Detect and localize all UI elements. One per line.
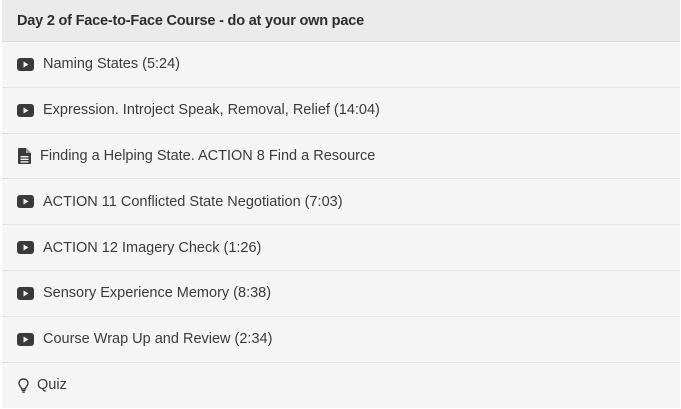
lesson-item-action-12[interactable]: ACTION 12 Imagery Check (1:26) bbox=[2, 225, 680, 271]
video-play-icon bbox=[17, 241, 34, 255]
video-play-icon bbox=[17, 195, 34, 209]
document-icon bbox=[18, 147, 31, 164]
lesson-item-naming-states[interactable]: Naming States (5:24) bbox=[2, 42, 680, 88]
lesson-label: Quiz bbox=[37, 377, 67, 394]
lesson-item-expression[interactable]: Expression. Introject Speak, Removal, Re… bbox=[2, 87, 680, 134]
lightbulb-icon bbox=[18, 378, 29, 393]
lesson-label: Course Wrap Up and Review (2:34) bbox=[43, 331, 273, 348]
section-title: Day 2 of Face-to-Face Course - do at you… bbox=[17, 12, 364, 29]
video-play-icon bbox=[17, 332, 34, 346]
video-play-icon bbox=[17, 286, 34, 300]
video-play-icon bbox=[17, 57, 34, 71]
section-header: Day 2 of Face-to-Face Course - do at you… bbox=[2, 0, 680, 42]
lesson-label: Sensory Experience Memory (8:38) bbox=[43, 285, 272, 302]
lesson-label: ACTION 11 Conflicted State Negotiation (… bbox=[43, 193, 343, 210]
lesson-label: Finding a Helping State. ACTION 8 Find a… bbox=[40, 147, 376, 164]
lesson-label: Expression. Introject Speak, Removal, Re… bbox=[43, 102, 380, 119]
video-play-icon bbox=[17, 103, 34, 117]
lesson-item-quiz[interactable]: Quiz bbox=[2, 362, 680, 409]
lesson-item-helping-state[interactable]: Finding a Helping State. ACTION 8 Find a… bbox=[2, 133, 680, 180]
lesson-label: ACTION 12 Imagery Check (1:26) bbox=[43, 239, 262, 256]
lesson-item-wrap-up[interactable]: Course Wrap Up and Review (2:34) bbox=[2, 316, 680, 363]
lesson-item-sensory-memory[interactable]: Sensory Experience Memory (8:38) bbox=[2, 270, 680, 317]
lesson-label: Naming States (5:24) bbox=[43, 56, 181, 73]
lesson-item-action-11[interactable]: ACTION 11 Conflicted State Negotiation (… bbox=[2, 179, 680, 226]
course-section: Day 2 of Face-to-Face Course - do at you… bbox=[2, 0, 680, 409]
